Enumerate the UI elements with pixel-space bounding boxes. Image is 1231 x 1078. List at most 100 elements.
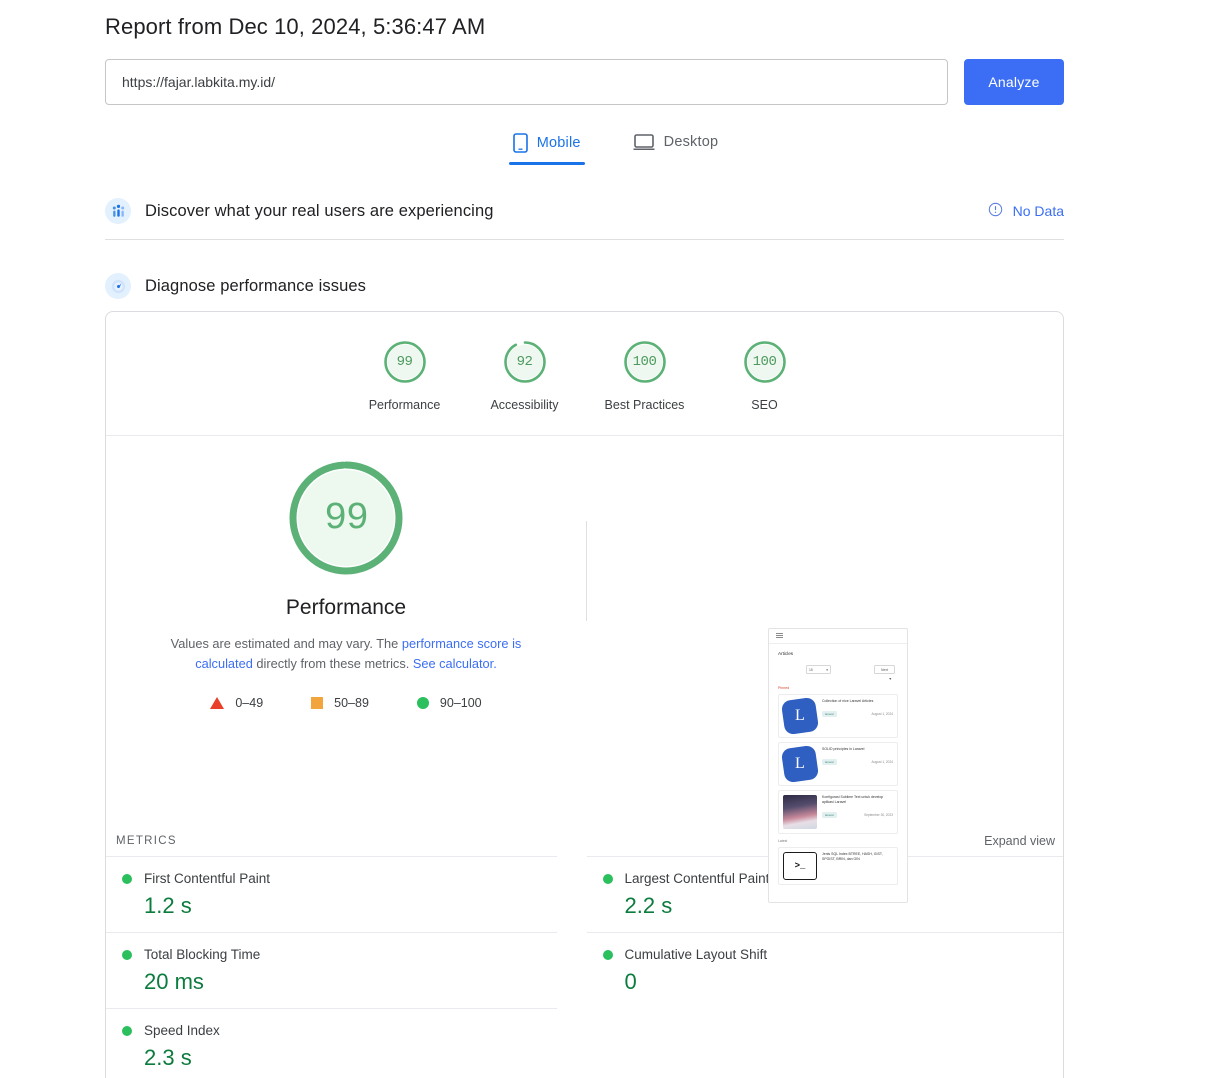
tab-desktop-label: Desktop [663,134,719,150]
gauge-value-best-practices: 100 [632,354,657,370]
gauge-label-seo: SEO [751,398,778,412]
desktop-icon [633,133,655,151]
metrics-empty-cell [587,1008,1064,1078]
legend-item-fail: 0–49 [210,696,263,710]
triangle-icon [210,697,225,709]
hero-desc-part1: Values are estimated and may vary. The [170,636,402,651]
hero-description: Values are estimated and may vary. The p… [146,634,546,674]
square-icon [311,697,324,709]
thumb-article-card: >_ Jenis SQL Index BTREE, HASH, GIST, SP… [778,847,898,885]
metric-value: 20 ms [144,969,204,994]
discover-section-row: Discover what your real users are experi… [105,188,1064,234]
gauge-ring-seo: 100 [742,339,788,385]
section-divider [105,239,1064,240]
metric-label: Largest Contentful Paint [624,871,770,886]
tab-desktop[interactable]: Desktop [629,133,723,163]
thumb-per-page-select: 15 ▾ [806,665,831,674]
thumb-article-tag: laravel [822,711,837,718]
legend-range-fail: 0–49 [235,696,264,710]
gauge-ring-best-practices: 100 [622,339,668,385]
diagnose-section-row: Diagnose performance issues [105,263,1064,309]
metric-row-cumulative-layout-shift[interactable]: Cumulative Layout Shift 0 [586,932,1063,1008]
gauge-ring-accessibility: 92 [502,339,548,385]
category-score-seo[interactable]: 100 SEO [705,339,825,412]
url-analyze-row: Analyze [105,59,1064,105]
no-data-label: No Data [1012,203,1064,219]
metrics-column-left: First Contentful Paint 1.2 s Total Block… [106,856,585,1078]
legend-item-average: 50–89 [311,696,369,710]
thumb-controls: 15 ▾ Next [806,665,895,674]
device-tabs: Mobile Desktop [0,133,1231,165]
metric-row-first-contentful-paint[interactable]: First Contentful Paint 1.2 s [106,856,557,932]
gauge-value-seo: 100 [752,354,777,370]
metric-label: Cumulative Layout Shift [624,947,768,962]
gauge-label-accessibility: Accessibility [490,398,559,412]
big-gauge-performance: 99 [287,459,405,577]
metrics-section-title: METRICS [116,835,177,847]
no-data-status[interactable]: No Data [988,202,1064,220]
metrics-grid: First Contentful Paint 1.2 s Total Block… [106,856,1063,1078]
status-dot-pass [602,949,613,960]
tab-mobile[interactable]: Mobile [508,133,585,165]
status-dot-pass [122,949,132,960]
hero-score-panel: 99 Performance Values are estimated and … [106,436,586,710]
thumb-article-title: Collection of nice Laravel Articles [822,699,874,703]
category-score-accessibility[interactable]: 92 Accessibility [465,339,585,412]
page-thumbnail[interactable]: Articles 15 ▾ Next ▼ Pinned L Collection… [768,628,908,903]
thumb-article-date: August 1, 2024 [871,712,893,717]
status-dot-pass [602,873,613,884]
thumb-pinned-label: Pinned [778,686,790,690]
thumb-article-card: L SOLID principles in Laravel laravel Au… [778,742,898,786]
tab-mobile-label: Mobile [536,135,581,151]
chevron-down-icon: ▾ [826,667,828,672]
lab-data-icon [105,273,131,299]
thumb-per-page-value: 15 [809,667,813,672]
info-circle-icon [988,202,1003,220]
report-card: 99 Performance 92 Accessibility 100 Best… [105,311,1064,1078]
thumb-article-tag: laravel [822,759,837,766]
gauge-value-accessibility: 92 [516,354,533,370]
thumb-article-card: Konfigurasi Sublime Text untuk develop a… [778,790,898,834]
thumb-latest-label: Latest [778,839,788,843]
pagespeed-report-page: Report from Dec 10, 2024, 5:36:47 AM Ana… [0,0,1231,1078]
metric-label: Total Blocking Time [144,947,261,962]
page-screenshot-panel: Articles 15 ▾ Next ▼ Pinned L Collection… [586,436,1063,903]
field-data-icon [105,198,131,224]
thumb-article-title: Konfigurasi Sublime Text untuk develop a… [822,795,884,804]
legend-item-pass: 90–100 [416,696,482,710]
metric-value: 2.3 s [144,1045,192,1070]
thumb-next-button: Next [874,665,895,674]
status-dot-pass [122,1025,132,1036]
thumb-page-heading: Articles [778,651,794,656]
laravel-logo-icon: L [780,744,820,784]
big-gauge-value: 99 [324,496,369,540]
metric-row-speed-index[interactable]: Speed Index 2.3 s [106,1008,557,1078]
hero-desc-part2: directly from these metrics. [252,656,413,671]
thumb-article-card: L Collection of nice Laravel Articles la… [778,694,898,738]
metric-value: 1.2 s [144,893,192,918]
url-input[interactable] [105,59,948,105]
page-title: Report from Dec 10, 2024, 5:36:47 AM [105,14,486,39]
metric-row-total-blocking-time[interactable]: Total Blocking Time 20 ms [106,932,557,1008]
metric-value: 0 [624,969,637,994]
metric-label: First Contentful Paint [144,871,271,886]
thumb-topbar [769,629,907,644]
category-score-performance[interactable]: 99 Performance [345,339,465,412]
discover-title: Discover what your real users are experi… [145,201,494,220]
see-calculator-link[interactable]: See calculator. [413,656,497,671]
status-dot-pass [122,873,132,884]
metrics-header: METRICS Expand view [106,826,1063,856]
laravel-logo-icon: L [780,696,820,736]
gauge-value-performance: 99 [396,354,413,370]
thumb-body: Articles 15 ▾ Next ▼ Pinned L Collection… [769,644,907,885]
analyze-button[interactable]: Analyze [964,59,1064,105]
thumb-filter-icon: ▼ [888,677,892,681]
category-score-best-practices[interactable]: 100 Best Practices [585,339,705,412]
category-scores: 99 Performance 92 Accessibility 100 Best… [106,312,1063,435]
thumb-article-tag: laravel [822,812,837,819]
expand-view-button[interactable]: Expand view [984,834,1055,848]
legend-range-average: 50–89 [334,696,369,710]
thumb-article-date: September 30, 2023 [864,813,893,818]
thumb-article-title: SOLID principles in Laravel [822,747,865,751]
terminal-icon: >_ [783,852,817,880]
